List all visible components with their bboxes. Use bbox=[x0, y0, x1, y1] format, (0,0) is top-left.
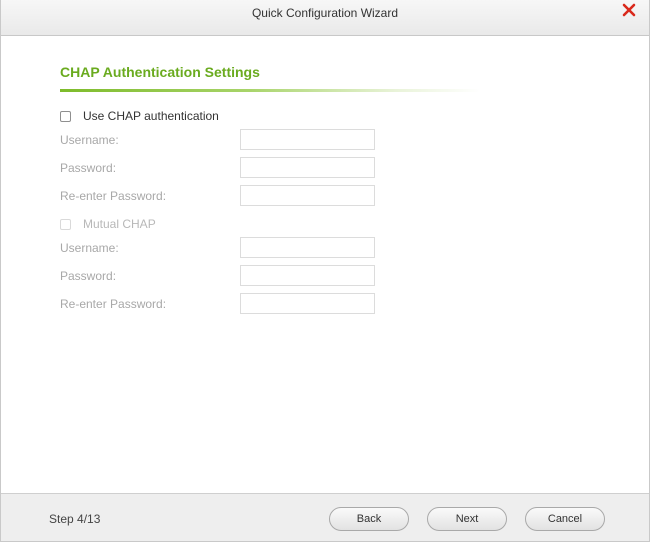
wizard-footer: Step 4/13 Back Next Cancel bbox=[1, 493, 649, 541]
chap-reenter-password-label: Re-enter Password: bbox=[60, 189, 167, 203]
wizard-window: Quick Configuration Wizard CHAP Authenti… bbox=[0, 0, 650, 542]
mutual-chap-checkbox[interactable] bbox=[60, 218, 71, 230]
use-chap-checkbox[interactable] bbox=[60, 110, 71, 122]
use-chap-label: Use CHAP authentication bbox=[83, 109, 219, 123]
mutual-username-label: Username: bbox=[60, 241, 119, 255]
chap-password-label: Password: bbox=[60, 161, 117, 175]
cancel-button[interactable]: Cancel bbox=[525, 507, 605, 531]
next-button[interactable]: Next bbox=[427, 507, 507, 531]
use-chap-row: Use CHAP authentication bbox=[60, 108, 219, 124]
chap-username-label: Username: bbox=[60, 133, 119, 147]
mutual-username-input[interactable] bbox=[240, 237, 375, 258]
mutual-password-label: Password: bbox=[60, 269, 117, 283]
back-button[interactable]: Back bbox=[329, 507, 409, 531]
close-icon[interactable] bbox=[621, 2, 637, 18]
section-divider bbox=[60, 89, 480, 92]
wizard-content: CHAP Authentication Settings Use CHAP au… bbox=[1, 37, 649, 493]
chap-username-input[interactable] bbox=[240, 129, 375, 150]
step-indicator: Step 4/13 bbox=[49, 512, 101, 526]
title-bar: Quick Configuration Wizard bbox=[1, 0, 649, 36]
mutual-chap-row: Mutual CHAP bbox=[60, 216, 156, 232]
mutual-reenter-password-input[interactable] bbox=[240, 293, 375, 314]
chap-password-input[interactable] bbox=[240, 157, 375, 178]
window-title: Quick Configuration Wizard bbox=[251, 6, 399, 20]
chap-reenter-password-input[interactable] bbox=[240, 185, 375, 206]
mutual-chap-label: Mutual CHAP bbox=[83, 217, 156, 231]
section-title: CHAP Authentication Settings bbox=[60, 64, 260, 80]
mutual-reenter-password-label: Re-enter Password: bbox=[60, 297, 167, 311]
mutual-password-input[interactable] bbox=[240, 265, 375, 286]
